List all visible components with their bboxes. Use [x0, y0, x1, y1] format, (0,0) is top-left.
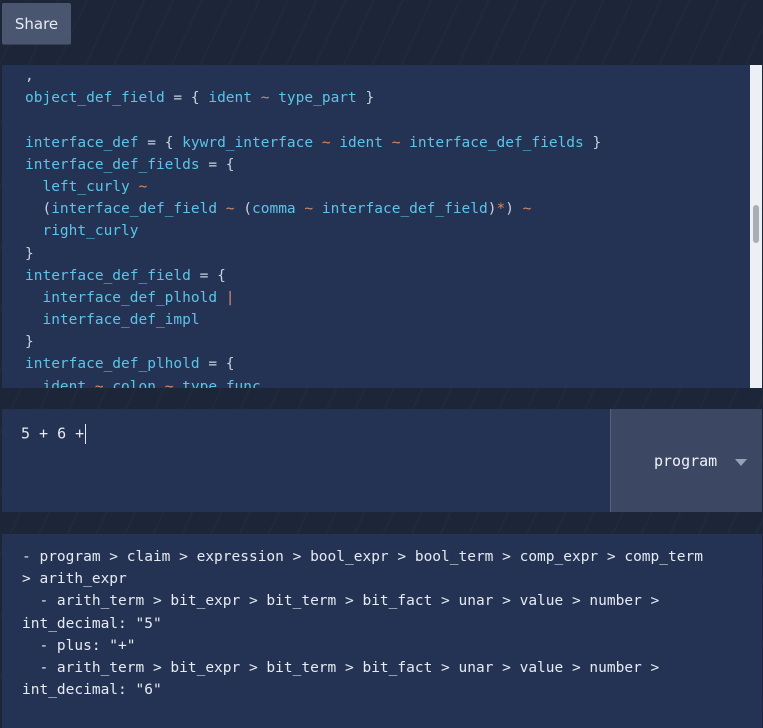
- code-operator: }: [25, 334, 34, 351]
- code-operator: ~: [86, 378, 113, 388]
- editor-scrollbar-thumb[interactable]: [753, 205, 759, 243]
- output-line: int_decimal: "5": [22, 615, 162, 632]
- grammar-editor[interactable]: , object_def_field = { ident ~ type_part …: [2, 65, 762, 388]
- rule-select[interactable]: program: [610, 409, 762, 512]
- code-operator: = {: [138, 134, 183, 151]
- code-identifier: left_curly: [25, 178, 130, 195]
- code-operator: ): [505, 201, 514, 218]
- code-operator: }: [356, 90, 375, 107]
- code-operator: }: [25, 245, 34, 262]
- code-operator: ~: [382, 134, 410, 151]
- code-operator: ,: [25, 68, 34, 84]
- code-identifier: interface_def_impl: [25, 312, 200, 329]
- code-identifier: interface_def_plhold: [25, 356, 200, 373]
- code-line: ident ~ colon ~ type_func: [25, 376, 748, 388]
- code-identifier: interface_def_field: [25, 267, 191, 284]
- code-identifier: interface_def_field: [321, 201, 488, 218]
- input-panel[interactable]: 5 + 6 +: [2, 409, 610, 512]
- code-line: interface_def_plhold |: [25, 287, 748, 309]
- output-line: int_decimal: "6": [22, 682, 162, 699]
- code-operator: = {: [199, 156, 235, 173]
- code-identifier: colon: [112, 378, 156, 388]
- code-identifier: right_curly: [25, 223, 139, 240]
- code-operator: = {: [190, 267, 226, 284]
- code-identifier: kywrd_interface: [182, 134, 314, 151]
- text-cursor: [85, 424, 87, 444]
- code-operator: ~: [252, 90, 279, 107]
- code-line: interface_def_impl: [25, 309, 748, 331]
- code-operator: ~: [295, 201, 322, 218]
- code-line: interface_def_fields = {: [25, 154, 748, 176]
- code-identifier: ident: [339, 134, 383, 151]
- code-identifier: interface_def_fields: [409, 134, 584, 151]
- code-line: }: [25, 243, 748, 265]
- code-line: right_curly: [25, 220, 748, 242]
- code-operator: ~: [513, 201, 532, 218]
- code-operator: ~: [129, 178, 148, 195]
- code-line: left_curly ~: [25, 176, 748, 198]
- code-operator: ~: [217, 201, 244, 218]
- code-identifier: interface_def_field: [51, 201, 218, 218]
- code-identifier: interface_def_plhold: [25, 289, 218, 306]
- code-operator: (: [25, 201, 52, 218]
- code-line: ,: [25, 65, 748, 87]
- editor-scrollbar[interactable]: [750, 65, 762, 388]
- code-operator: |: [217, 289, 235, 306]
- code-operator: (: [243, 201, 253, 218]
- code-operator: = {: [164, 90, 209, 107]
- code-operator: ~: [313, 134, 340, 151]
- code-identifier: ident: [208, 90, 252, 107]
- code-identifier: comma: [252, 201, 296, 218]
- code-line: }: [25, 331, 748, 353]
- code-operator: *: [496, 201, 506, 218]
- code-identifier: type_part: [278, 90, 357, 107]
- code-operator: = {: [199, 356, 235, 373]
- output-line: - arith_term > bit_expr > bit_term > bit…: [22, 593, 660, 610]
- output-panel: - program > claim > expression > bool_ex…: [2, 534, 762, 728]
- code-identifier: interface_def_fields: [25, 156, 200, 173]
- code-identifier: ident: [25, 378, 87, 388]
- parse-tree-output: - program > claim > expression > bool_ex…: [22, 546, 703, 701]
- output-line: - program > claim > expression > bool_ex…: [22, 549, 703, 565]
- code-line: object_def_field = { ident ~ type_part }: [25, 87, 748, 109]
- input-value: 5 + 6 +: [21, 424, 85, 443]
- grammar-code[interactable]: , object_def_field = { ident ~ type_part …: [25, 65, 748, 388]
- code-identifier: type_func: [182, 378, 261, 388]
- code-operator: }: [583, 134, 602, 151]
- code-line: interface_def_plhold = {: [25, 353, 748, 375]
- chevron-down-icon[interactable]: [735, 459, 747, 466]
- code-line: interface_def = { kywrd_interface ~ iden…: [25, 132, 748, 154]
- output-line: - plus: "+": [22, 637, 136, 654]
- code-operator: ~: [155, 378, 183, 388]
- output-line: - arith_term > bit_expr > bit_term > bit…: [22, 660, 660, 677]
- rule-select-value: program: [654, 452, 718, 470]
- code-identifier: interface_def: [25, 134, 139, 151]
- input-field[interactable]: 5 + 6 +: [21, 424, 87, 444]
- code-line: interface_def_field = {: [25, 265, 748, 287]
- code-line: (interface_def_field ~ (comma ~ interfac…: [25, 198, 748, 220]
- share-button[interactable]: Share: [2, 3, 71, 45]
- output-line: > arith_expr: [22, 571, 127, 588]
- code-identifier: object_def_field: [25, 90, 165, 107]
